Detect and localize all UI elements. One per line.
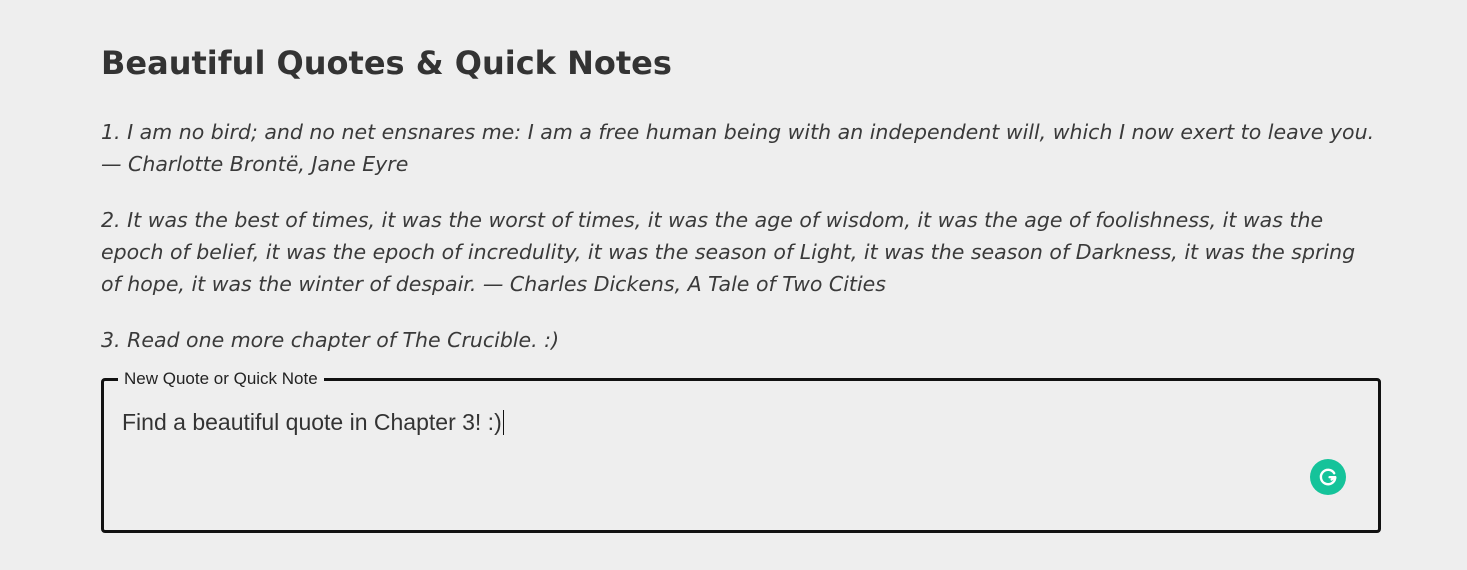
- page-content: Beautiful Quotes & Quick Notes 1. I am n…: [101, 0, 1380, 380]
- note-input[interactable]: Find a beautiful quote in Chapter 3! :): [122, 407, 1302, 437]
- quote-number: 1.: [101, 120, 121, 144]
- quote-text: I am no bird; and no net ensnares me: I …: [101, 120, 1375, 176]
- text-caret: [502, 409, 505, 435]
- note-input-value[interactable]: Find a beautiful quote in Chapter 3! :): [122, 407, 502, 437]
- note-field-label: New Quote or Quick Note: [118, 369, 324, 389]
- list-item: 1. I am no bird; and no net ensnares me:…: [101, 116, 1380, 180]
- note-fieldset: New Quote or Quick Note Find a beautiful…: [101, 369, 1381, 533]
- quote-number: 2.: [101, 208, 121, 232]
- grammarly-glyph: [1319, 468, 1337, 486]
- quote-list: 1. I am no bird; and no net ensnares me:…: [101, 116, 1380, 356]
- quote-text: It was the best of times, it was the wor…: [101, 208, 1356, 296]
- list-item: 2. It was the best of times, it was the …: [101, 204, 1380, 300]
- quote-number: 3.: [101, 328, 121, 352]
- page-title: Beautiful Quotes & Quick Notes: [101, 44, 672, 82]
- grammarly-icon[interactable]: [1310, 459, 1346, 495]
- quote-text: Read one more chapter of The Crucible. :…: [127, 328, 560, 352]
- list-item: 3. Read one more chapter of The Crucible…: [101, 324, 1380, 356]
